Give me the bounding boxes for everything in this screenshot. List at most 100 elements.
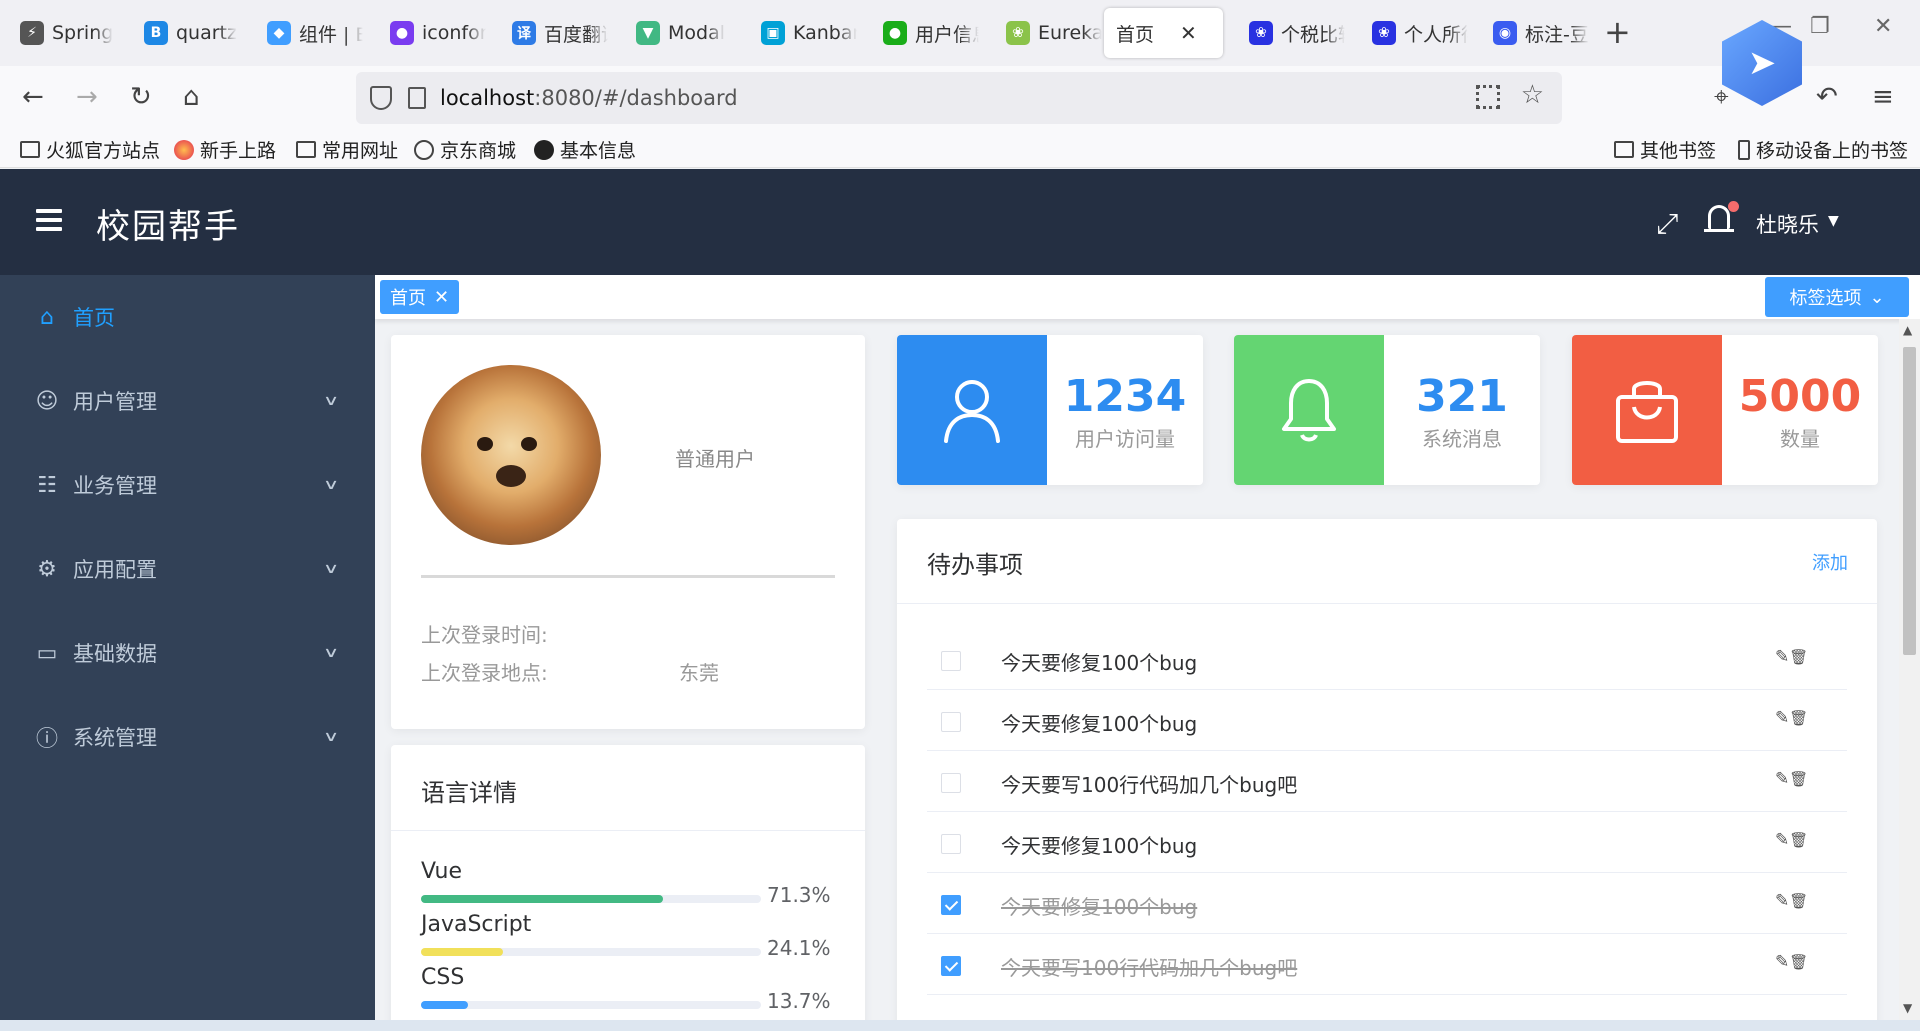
- browser-tab[interactable]: ◆ 组件 | E: [255, 8, 375, 58]
- bookmark-item[interactable]: 常用网址: [296, 136, 398, 163]
- browser-nav-bar: ← → ↻ ⌂ localhost:8080/#/dashboard ☆ ⌖ ↶…: [0, 66, 1920, 130]
- fullscreen-icon[interactable]: ⤢: [1656, 207, 1678, 241]
- stat-label: 用户访问量: [1075, 427, 1175, 451]
- sidebar-item[interactable]: ⚙ 应用配置 ∨: [0, 527, 375, 611]
- sidebar-item[interactable]: ⓘ 系统管理 ∨: [0, 695, 375, 779]
- close-window-button[interactable]: ✕: [1874, 14, 1892, 39]
- sidebar-item-label: 系统管理: [73, 726, 157, 750]
- delete-icon[interactable]: 🗑: [1789, 953, 1808, 971]
- collapse-menu-icon[interactable]: [36, 209, 62, 231]
- page-scrollbar[interactable]: ▲ ▼: [1899, 319, 1920, 1020]
- menu-icon[interactable]: ≡: [1872, 82, 1894, 112]
- scrollbar-thumb[interactable]: [1903, 347, 1916, 655]
- caret-down-icon[interactable]: ▼: [1828, 213, 1839, 229]
- last-login-place-value: 东莞: [679, 661, 719, 685]
- reload-icon[interactable]: ↻: [130, 82, 152, 112]
- last-login-place-label: 上次登录地点:: [421, 661, 548, 685]
- user-role: 普通用户: [675, 447, 755, 471]
- chevron-down-icon: ∨: [322, 393, 340, 409]
- b-icon: B: [144, 21, 168, 45]
- tag-options-button[interactable]: 标签选项 ⌄: [1765, 277, 1909, 317]
- sidebar-item[interactable]: ☷ 业务管理 ∨: [0, 443, 375, 527]
- new-tab-button[interactable]: +: [1604, 14, 1631, 50]
- delete-icon[interactable]: 🗑: [1789, 831, 1808, 849]
- delete-icon[interactable]: 🗑: [1789, 709, 1808, 727]
- bookmark-item[interactable]: 基本信息: [534, 136, 636, 163]
- bookmark-item[interactable]: 火狐官方站点: [20, 136, 160, 163]
- edit-icon[interactable]: ✎: [1775, 891, 1789, 911]
- edit-icon[interactable]: ✎: [1775, 830, 1789, 850]
- todo-actions: ✎🗑: [1775, 952, 1808, 972]
- browser-tab[interactable]: ❀ 个人所得: [1360, 8, 1480, 58]
- browser-tab-label: quartz: [176, 22, 237, 44]
- delete-icon[interactable]: 🗑: [1789, 770, 1808, 788]
- divider: [391, 830, 865, 831]
- browser-tab[interactable]: ▼ Modal: [624, 8, 737, 58]
- browser-tab-label: 首页: [1116, 23, 1155, 46]
- scroll-up-icon[interactable]: ▲: [1903, 323, 1912, 337]
- bookmark-star-icon[interactable]: ☆: [1521, 80, 1544, 110]
- undo-icon[interactable]: ↶: [1816, 82, 1838, 112]
- edit-icon[interactable]: ✎: [1775, 769, 1789, 789]
- restore-button[interactable]: ❐: [1810, 14, 1830, 39]
- browser-tab[interactable]: ▣ Kanban: [749, 8, 869, 58]
- browser-tab[interactable]: ⚡ Spring: [8, 8, 125, 58]
- browser-tab[interactable]: ◉ 标注-豆: [1481, 8, 1601, 58]
- progress-track: [421, 1001, 761, 1009]
- browser-tab[interactable]: ● 用户信息: [871, 8, 991, 58]
- todo-checkbox[interactable]: [941, 651, 961, 671]
- browser-tab[interactable]: ❀ Eureka: [994, 8, 1114, 58]
- stat-card: 5000 数量: [1572, 335, 1878, 485]
- bookmark-item[interactable]: 京东商城: [414, 136, 516, 163]
- close-icon[interactable]: ✕: [434, 287, 449, 308]
- delete-icon[interactable]: 🗑: [1789, 892, 1808, 910]
- bookmark-item[interactable]: 移动设备上的书签: [1738, 136, 1908, 163]
- info-circle-icon: ⓘ: [35, 727, 58, 752]
- sidebar-item[interactable]: ☺ 用户管理 ∨: [0, 359, 375, 443]
- todo-checkbox[interactable]: [941, 834, 961, 854]
- sidebar-item[interactable]: ▭ 基础数据 ∨: [0, 611, 375, 695]
- edit-icon[interactable]: ✎: [1775, 708, 1789, 728]
- home-icon[interactable]: ⌂: [183, 82, 200, 112]
- todo-checkbox[interactable]: [941, 712, 961, 732]
- todo-actions: ✎🗑: [1775, 891, 1808, 911]
- shield-icon[interactable]: [370, 86, 392, 110]
- bookmark-item[interactable]: 新手上路: [174, 136, 276, 163]
- qr-code-icon[interactable]: [1476, 85, 1500, 109]
- browser-tab[interactable]: 首页 ✕: [1104, 8, 1223, 58]
- tags-bar: 首页 ✕ 标签选项 ⌄: [375, 275, 1920, 319]
- monitor-icon: ▭: [36, 640, 58, 666]
- user-name[interactable]: 杜晓乐: [1756, 209, 1819, 239]
- dashboard-content: 普通用户 上次登录时间: 上次登录地点: 东莞 语言详情 Vue 71.3% Jav…: [375, 319, 1899, 1020]
- browser-tab[interactable]: ❀ 个税比较: [1237, 8, 1357, 58]
- todo-actions: ✎🗑: [1775, 830, 1808, 850]
- browser-tab[interactable]: 译百度翻译: [500, 8, 620, 58]
- language-name: Vue: [421, 859, 463, 884]
- todo-checkbox[interactable]: [941, 956, 961, 976]
- notification-bell-icon[interactable]: [1704, 201, 1739, 237]
- grid-icon: ☷: [37, 472, 57, 498]
- tag-home[interactable]: 首页 ✕: [380, 280, 460, 314]
- language-title: 语言详情: [421, 779, 517, 807]
- back-icon[interactable]: ←: [22, 82, 44, 112]
- forward-icon[interactable]: →: [76, 82, 98, 112]
- browser-tab[interactable]: ● iconfon: [378, 8, 498, 58]
- folder-icon: [1614, 141, 1634, 158]
- sidebar-item-label: 首页: [73, 306, 115, 330]
- todo-checkbox[interactable]: [941, 895, 961, 915]
- close-tab-icon[interactable]: ✕: [1180, 21, 1197, 45]
- url-text[interactable]: localhost:8080/#/dashboard: [440, 86, 738, 110]
- edit-icon[interactable]: ✎: [1775, 952, 1789, 972]
- todo-row: 今天要修复100个bug ✎🗑: [927, 812, 1847, 873]
- browser-tab[interactable]: Bquartz: [132, 8, 249, 58]
- sidebar-item[interactable]: ⌂ 首页: [0, 275, 375, 359]
- edit-icon[interactable]: ✎: [1775, 647, 1789, 667]
- scroll-down-icon[interactable]: ▼: [1903, 1001, 1912, 1015]
- bookmark-item[interactable]: 其他书签: [1614, 136, 1716, 163]
- todo-checkbox[interactable]: [941, 773, 961, 793]
- delete-icon[interactable]: 🗑: [1789, 648, 1808, 666]
- todo-text: 今天要写100行代码加几个bug吧: [1001, 956, 1298, 980]
- todo-row: 今天要写100行代码加几个bug吧 ✎🗑: [927, 751, 1847, 812]
- url-bar[interactable]: localhost:8080/#/dashboard ☆: [356, 72, 1562, 124]
- todo-add-link[interactable]: 添加: [1812, 549, 1848, 575]
